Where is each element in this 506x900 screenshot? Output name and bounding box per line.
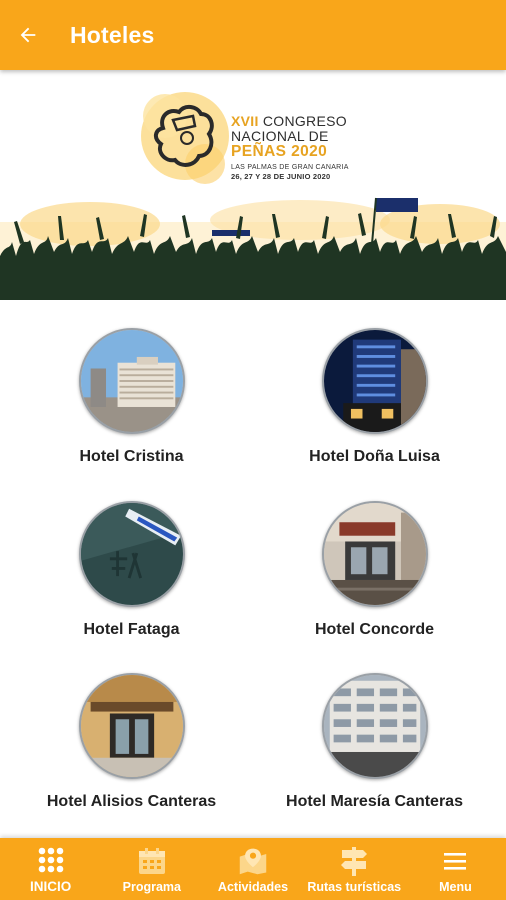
logo-roman-numeral: XVII <box>231 113 259 129</box>
bottom-navigation: INICIO Programa Actividades Rutas turíst… <box>0 838 506 900</box>
hotel-card-maresia-canteras[interactable]: Hotel Maresía Canteras <box>248 663 501 823</box>
hotel-card-concorde[interactable]: Hotel Concorde <box>248 491 501 651</box>
logo-line1: CONGRESO <box>262 113 347 129</box>
nav-programa[interactable]: Programa <box>101 838 202 900</box>
hotel-card-dona-luisa[interactable]: Hotel Doña Luisa <box>248 318 501 478</box>
logo-line3: PEÑAS 2020 <box>231 143 328 160</box>
back-button[interactable] <box>0 7 56 63</box>
hotel-photo <box>78 328 185 434</box>
nav-label: Programa <box>122 880 181 894</box>
hotel-photo <box>321 673 428 779</box>
crowd-illustration <box>0 197 506 300</box>
hotel-photo <box>78 501 185 607</box>
map-pin-icon <box>239 848 267 875</box>
grid-icon <box>38 847 63 873</box>
arrow-left-icon <box>20 27 36 43</box>
signpost-icon <box>341 847 368 876</box>
nav-actividades[interactable]: Actividades <box>202 838 303 900</box>
nav-label: Actividades <box>217 880 289 894</box>
logo-emblem <box>141 92 229 184</box>
hotel-card-alisios-canteras[interactable]: Hotel Alisios Canteras <box>5 663 258 823</box>
app-bar: Hoteles <box>0 0 506 70</box>
hotel-card-fataga[interactable]: Hotel Fataga <box>5 491 258 651</box>
nav-rutas-turisticas[interactable]: Rutas turísticas <box>304 838 405 900</box>
hotel-name: Hotel Doña Luisa <box>309 448 440 465</box>
hotel-photo <box>78 673 185 779</box>
hotel-photo <box>321 328 428 434</box>
hotel-name: Hotel Concorde <box>314 621 435 638</box>
nav-label: Rutas turísticas <box>307 880 402 894</box>
hotel-photo <box>321 501 428 607</box>
congress-logo: XVII CONGRESO NACIONAL DE PEÑAS 2020 LAS… <box>135 86 365 196</box>
nav-label: Menu <box>439 880 472 894</box>
logo-dates: 26, 27 Y 28 DE JUNIO 2020 <box>231 171 331 181</box>
calendar-icon <box>138 848 165 874</box>
hotel-name: Hotel Fataga <box>83 621 180 638</box>
hotel-name: Hotel Alisios Canteras <box>46 793 217 810</box>
nav-menu[interactable]: Menu <box>405 838 506 900</box>
nav-inicio[interactable]: INICIO <box>0 838 101 900</box>
page-title: Hoteles <box>70 21 155 48</box>
event-banner: XVII CONGRESO NACIONAL DE PEÑAS 2020 LAS… <box>0 70 506 300</box>
hotel-card-cristina[interactable]: Hotel Cristina <box>5 318 258 478</box>
logo-city: LAS PALMAS DE GRAN CANARIA <box>231 163 349 171</box>
hotel-name: Hotel Cristina <box>79 448 184 465</box>
hotel-name: Hotel Maresía Canteras <box>286 793 463 810</box>
logo-line2: NACIONAL DE <box>231 128 329 144</box>
nav-label: INICIO <box>29 879 72 894</box>
hamburger-icon <box>444 853 467 870</box>
